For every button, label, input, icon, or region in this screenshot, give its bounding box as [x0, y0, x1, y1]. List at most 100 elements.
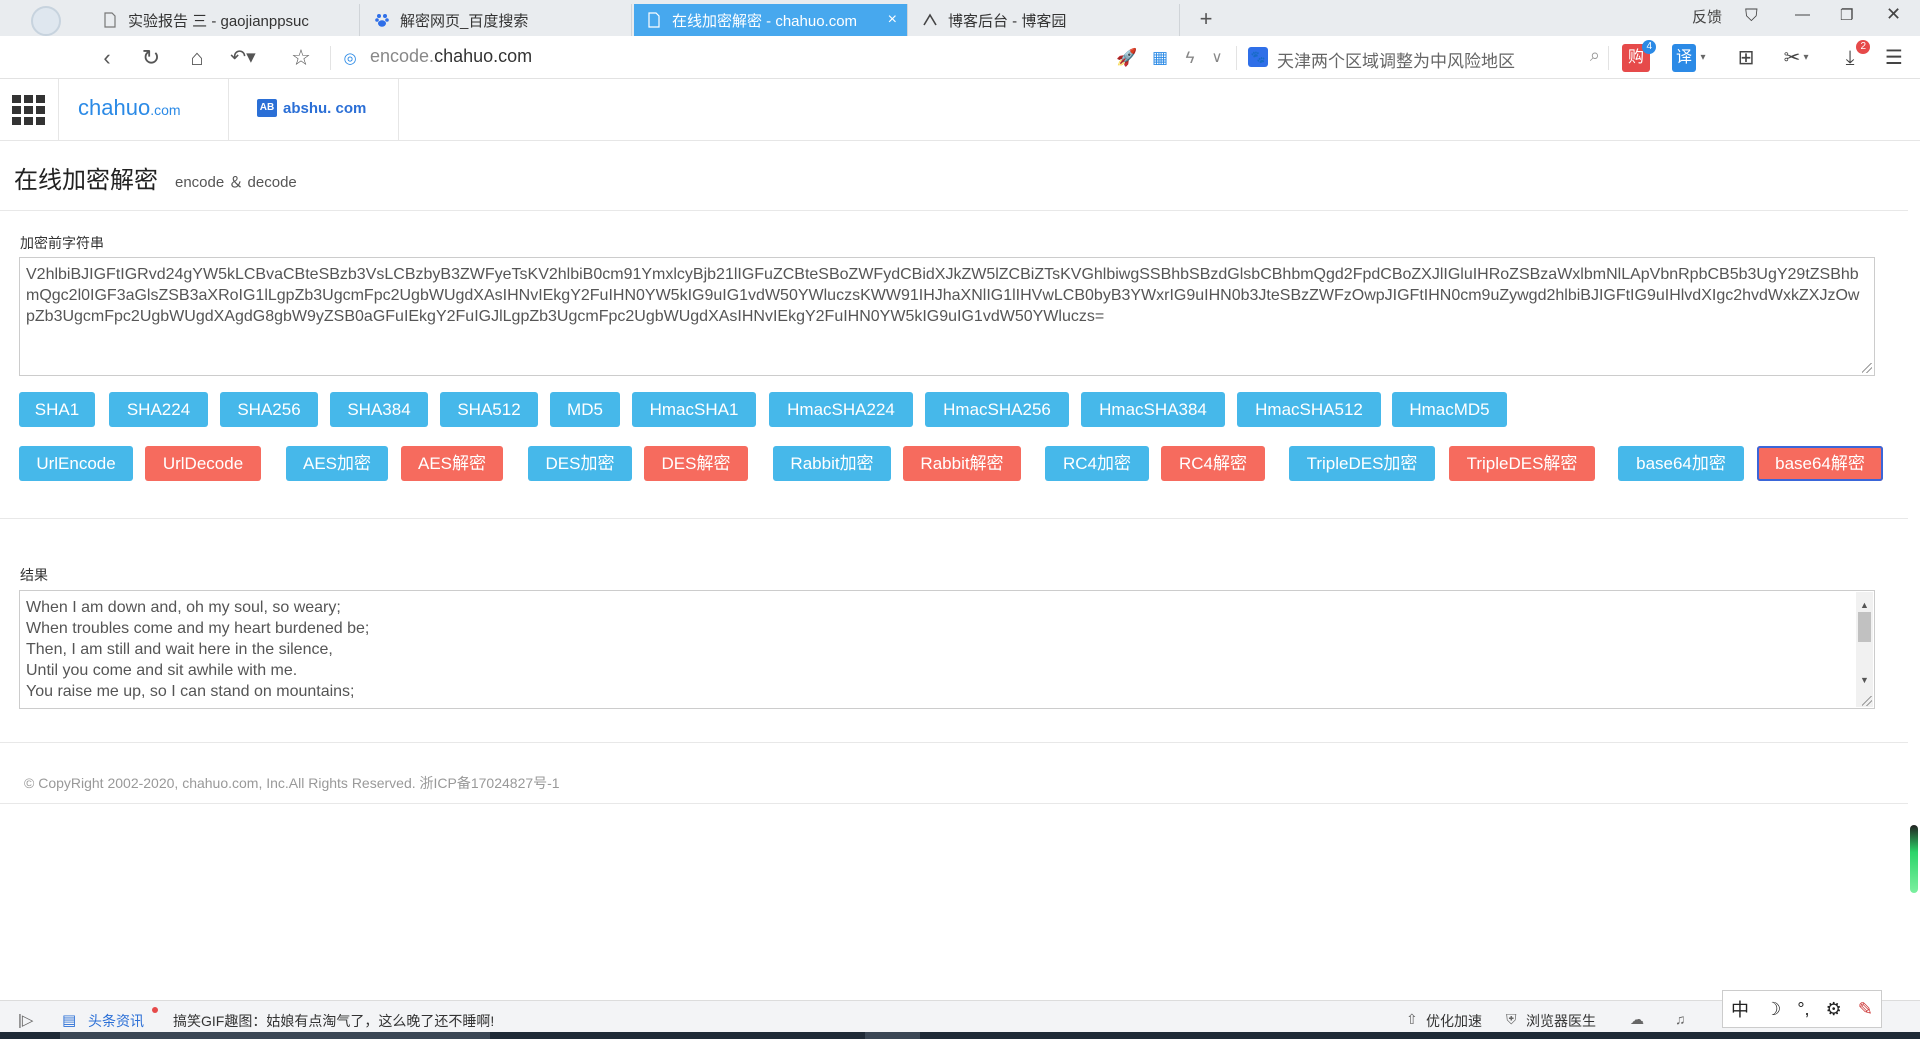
close-window-icon[interactable]: ✕ [1886, 4, 1901, 25]
side-gauge-widget[interactable] [1910, 825, 1918, 893]
gear-icon[interactable]: ⚙ [1826, 999, 1842, 1020]
download-badge: 2 [1856, 40, 1870, 54]
undo-close-icon[interactable]: ↶▾ [228, 44, 258, 72]
result-label: 结果 [20, 567, 48, 583]
btn-crypt-10[interactable]: TripleDES加密 [1289, 446, 1435, 481]
tab-title: 解密网页_百度搜索 [400, 12, 529, 30]
flash-icon[interactable]: ϟ [1176, 44, 1204, 72]
btn-crypt-2[interactable]: AES加密 [286, 446, 388, 481]
btn-hmacsha256[interactable]: HmacSHA256 [925, 392, 1069, 427]
btn-hmacsha1[interactable]: HmacSHA1 [632, 392, 756, 427]
new-tab-button[interactable]: + [1193, 4, 1219, 34]
logo-main: chahuo [78, 95, 151, 120]
btn-sha512[interactable]: SHA512 [440, 392, 538, 427]
skin-icon[interactable]: ⛉ [1745, 6, 1758, 26]
chahuo-logo[interactable]: chahuo.com [78, 95, 181, 121]
home-icon[interactable]: ⌂ [182, 44, 212, 72]
rocket-icon[interactable]: 🚀 [1113, 44, 1141, 72]
moon-icon[interactable]: ☽ [1765, 999, 1781, 1020]
feedback-link[interactable]: 反馈 [1692, 6, 1722, 27]
taskbar-strip [0, 1032, 1920, 1039]
search-suggestion: 天津两个区域调整为中风险地区 [1277, 52, 1515, 71]
resize-handle[interactable] [1862, 363, 1872, 373]
document-icon [648, 12, 660, 28]
btn-sha1[interactable]: SHA1 [19, 392, 95, 427]
btn-crypt-13[interactable]: base64解密 [1757, 446, 1883, 481]
browser-chrome: 实验报告 三 - gaojianppsuc 解密网页_百度搜索 在线加密解密 -… [0, 0, 1920, 79]
btn-crypt-4[interactable]: DES加密 [528, 446, 632, 481]
menu-icon[interactable]: ☰ [1880, 44, 1908, 72]
baidu-logo-icon: 🐾 [1248, 47, 1268, 67]
scroll-down-icon[interactable]: ▼ [1860, 670, 1869, 691]
speaker-icon[interactable]: ♫ [1675, 1011, 1686, 1027]
apps-menu-icon[interactable] [12, 95, 46, 125]
url-field[interactable]: encode.chahuo.com [370, 46, 532, 67]
chevron-down-icon[interactable]: ∨ [1203, 44, 1231, 72]
plaintext-input[interactable]: V2hlbiBJIGFtIGRvd24gYW5kLCBvaCBteSBzb3Vs… [19, 257, 1875, 376]
optimize-link[interactable]: 优化加速 [1426, 1011, 1482, 1031]
btn-md5[interactable]: MD5 [550, 392, 620, 427]
btn-crypt-1[interactable]: UrlDecode [145, 446, 261, 481]
reload-icon[interactable]: ↻ [136, 44, 166, 72]
btn-hmacmd5[interactable]: HmacMD5 [1392, 392, 1507, 427]
btn-sha256[interactable]: SHA256 [220, 392, 318, 427]
result-scrollbar[interactable]: ▲ ▼ [1856, 592, 1873, 707]
logo-suffix: .com [150, 102, 181, 118]
page-subtitle: encode ＆ decode [175, 174, 297, 191]
btn-crypt-11[interactable]: TripleDES解密 [1449, 446, 1595, 481]
btn-crypt-3[interactable]: AES解密 [401, 446, 503, 481]
close-tab-icon[interactable]: × [888, 11, 897, 29]
btn-crypt-5[interactable]: DES解密 [644, 446, 748, 481]
qrcode-icon[interactable]: ▦ [1146, 44, 1174, 72]
result-text: When I am down and, oh my soul, so weary… [26, 597, 1848, 702]
tab-report[interactable]: 实验报告 三 - gaojianppsuc [90, 4, 360, 36]
restore-icon[interactable]: ❐ [1840, 6, 1853, 24]
resize-handle[interactable] [1862, 696, 1872, 706]
scroll-thumb[interactable] [1858, 612, 1871, 642]
tab-baidu-search[interactable]: 解密网页_百度搜索 [362, 4, 632, 36]
result-output[interactable]: When I am down and, oh my soul, so weary… [19, 590, 1875, 709]
btn-crypt-0[interactable]: UrlEncode [19, 446, 133, 481]
url-prefix: encode. [370, 46, 435, 66]
search-box[interactable]: 🐾 天津两个区域调整为中风险地区 ⌕ [1245, 43, 1600, 73]
input-label: 加密前字符串 [20, 235, 104, 251]
back-icon[interactable]: ‹ [92, 44, 122, 72]
btn-hmacsha224[interactable]: HmacSHA224 [769, 392, 913, 427]
ime-mode[interactable]: 中 [1731, 996, 1749, 1022]
news-label[interactable]: 头条资讯 [88, 1011, 144, 1031]
minimize-icon[interactable]: — [1795, 6, 1810, 23]
tab-cnblogs[interactable]: 博客后台 - 博客园 [910, 4, 1180, 36]
btn-crypt-8[interactable]: RC4加密 [1045, 446, 1149, 481]
btn-crypt-6[interactable]: Rabbit加密 [773, 446, 891, 481]
apps-grid-icon[interactable]: ⊞ [1732, 44, 1760, 72]
ime-logo-icon: ✎ [1857, 998, 1873, 1019]
cloud-icon[interactable]: ☁ [1630, 1011, 1644, 1028]
address-toolbar: ‹ ↻ ⌂ ↶▾ ☆ ◎ encode.chahuo.com 🚀 ▦ ϟ ∨ 🐾… [0, 36, 1920, 79]
chevron-down-icon[interactable]: ▾ [1800, 44, 1812, 72]
btn-hmacsha384[interactable]: HmacSHA384 [1081, 392, 1225, 427]
btn-crypt-12[interactable]: base64加密 [1618, 446, 1744, 481]
btn-sha384[interactable]: SHA384 [330, 392, 428, 427]
shop-badge: 4 [1642, 40, 1656, 54]
btn-crypt-7[interactable]: Rabbit解密 [903, 446, 1021, 481]
punctuation-icon[interactable]: °, [1797, 999, 1809, 1020]
btn-sha224[interactable]: SHA224 [109, 392, 208, 427]
btn-hmacsha512[interactable]: HmacSHA512 [1237, 392, 1381, 427]
site-header: chahuo.com AB abshu. com [0, 79, 1920, 141]
shield-icon: ⛨ [1506, 1011, 1517, 1027]
user-avatar[interactable] [20, 6, 70, 40]
abshu-logo[interactable]: AB abshu. com [257, 99, 366, 117]
sidebar-toggle-icon[interactable]: |▷ [18, 1011, 33, 1029]
browser-doctor-link[interactable]: 浏览器医生 [1526, 1011, 1596, 1031]
translate-button[interactable]: 译 [1672, 44, 1696, 72]
bookmark-star-icon[interactable]: ☆ [286, 44, 316, 72]
download-icon[interactable]: ⤓ 2 [1836, 40, 1870, 72]
search-icon[interactable]: ⌕ [1590, 45, 1600, 66]
chevron-down-icon[interactable]: ▾ [1697, 44, 1709, 72]
news-headline[interactable]: 搞笑GIF趣图：姑娘有点淘气了，这么晚了还不睡啊! [173, 1011, 494, 1031]
shopping-button[interactable]: 购4 [1622, 40, 1656, 72]
cnblogs-icon [923, 13, 937, 26]
page-title: 在线加密解密 [14, 167, 158, 194]
btn-crypt-9[interactable]: RC4解密 [1161, 446, 1265, 481]
tab-chahuo-active[interactable]: 在线加密解密 - chahuo.com × [634, 4, 908, 36]
